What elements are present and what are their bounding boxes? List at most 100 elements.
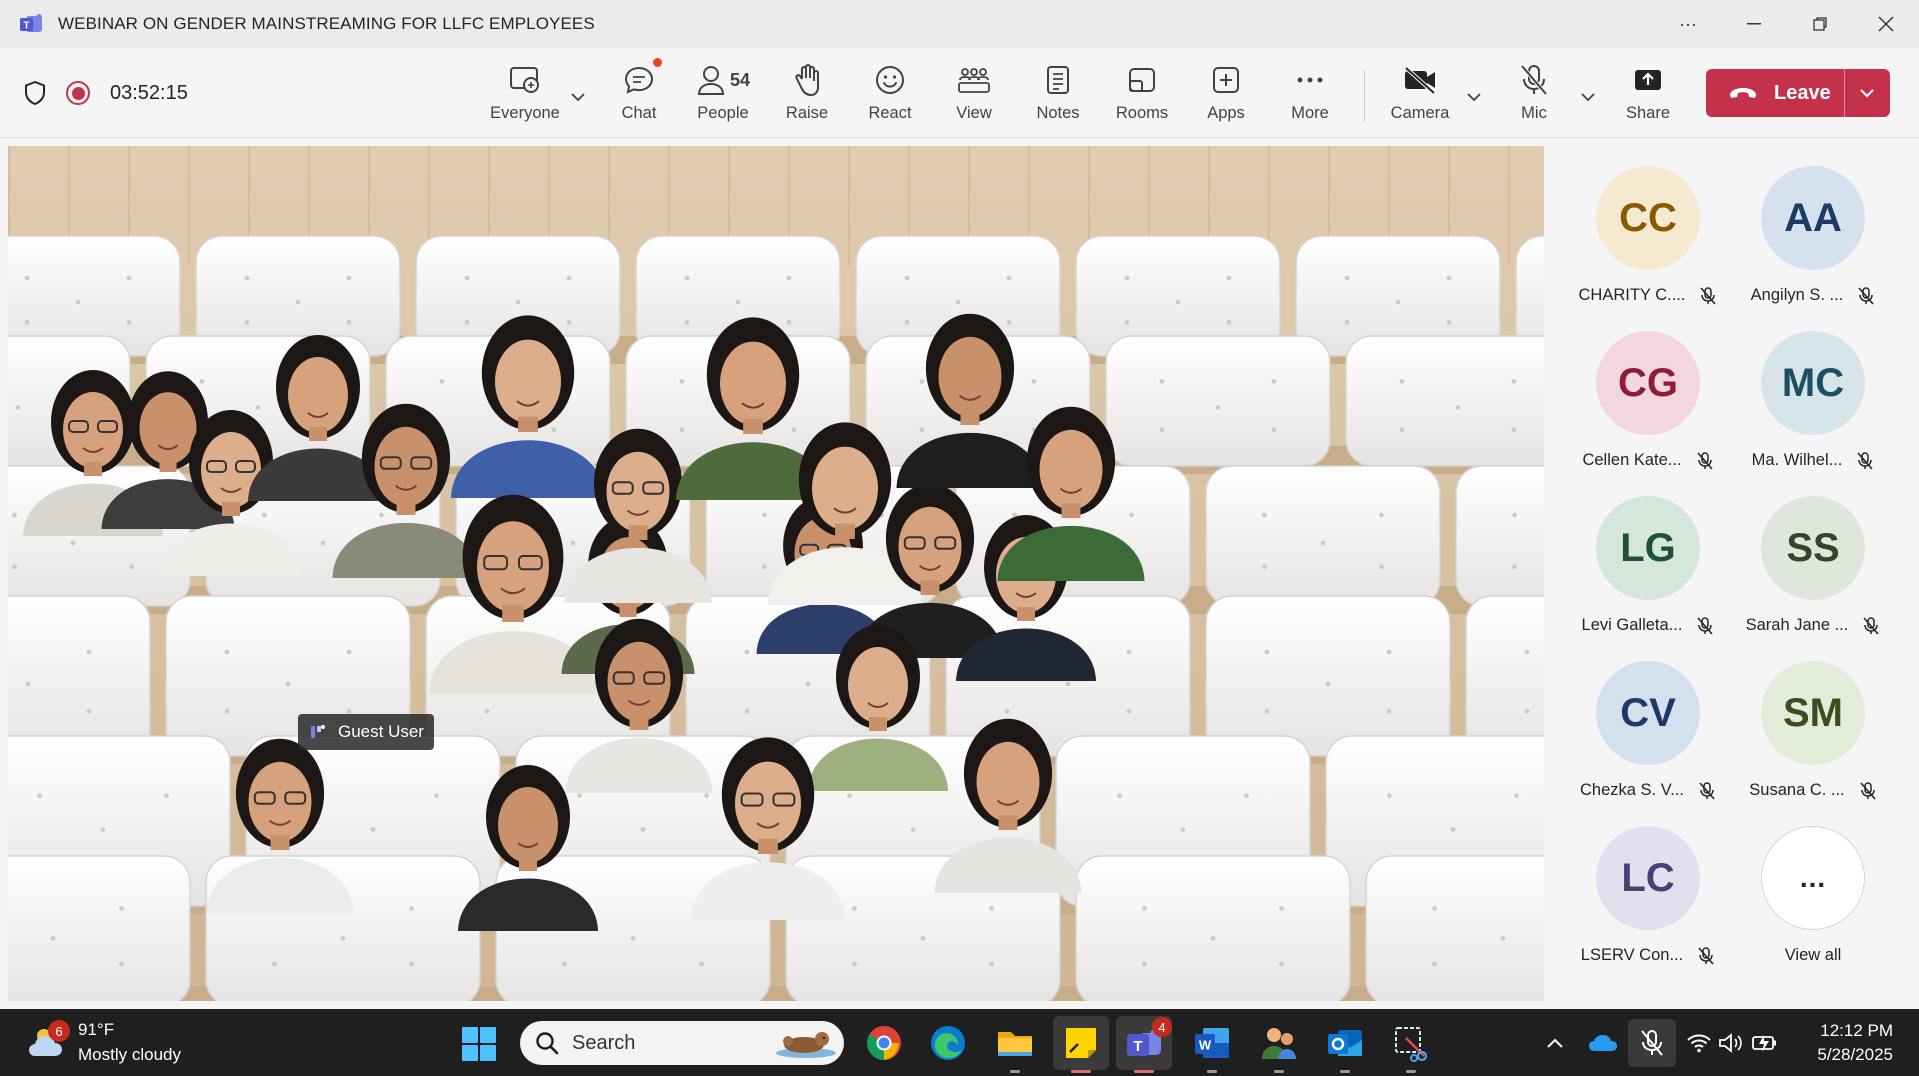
mic-button[interactable]: Mic	[1492, 62, 1576, 128]
mic-options-chevron-icon[interactable]	[1577, 86, 1599, 108]
view-all-button[interactable]: ... View all	[1733, 826, 1893, 986]
avatar: SM	[1761, 661, 1865, 765]
chrome-icon[interactable]	[864, 1023, 904, 1063]
mic-muted-icon	[1862, 616, 1880, 635]
more-button[interactable]: More	[1268, 62, 1352, 128]
avatar: CC	[1596, 166, 1700, 270]
leave-button[interactable]: Leave	[1706, 69, 1890, 117]
system-clock[interactable]: 12:12 PM 5/28/2025	[1817, 1019, 1893, 1067]
avatar: SS	[1761, 496, 1865, 600]
weather-condition: Mostly cloudy	[78, 1045, 181, 1064]
gallery-view-icon	[957, 62, 991, 98]
title-bar: T WEBINAR ON GENDER MAINSTREAMING FOR LL…	[0, 0, 1919, 48]
avatar: CV	[1596, 661, 1700, 765]
auditorium-seat	[1365, 855, 1544, 1001]
snipping-tool-icon[interactable]	[1391, 1023, 1431, 1063]
participant-panel: CC CHARITY C.... AA Angilyn S. ... CG Cellen …	[1548, 146, 1919, 1001]
teams-logo-icon: T	[18, 13, 44, 35]
mic-muted-icon	[1859, 781, 1877, 800]
chat-button[interactable]: Chat	[597, 58, 681, 128]
auditorium-seat	[1465, 595, 1544, 757]
volume-muted-icon[interactable]	[1716, 1009, 1746, 1076]
svg-text:W: W	[1199, 1038, 1212, 1053]
chevron-up-icon[interactable]	[1540, 1009, 1570, 1076]
wifi-icon[interactable]	[1684, 1009, 1714, 1076]
react-button[interactable]: React	[848, 62, 932, 128]
temperature: 91°F	[78, 1020, 115, 1039]
more-horizontal-icon	[1295, 62, 1325, 98]
guest-user-name: Guest User	[338, 722, 424, 741]
avatar: LG	[1596, 496, 1700, 600]
mic-muted-icon	[1699, 286, 1717, 305]
onedrive-icon[interactable]	[1585, 1009, 1621, 1076]
teams-taskbar-icon[interactable]: T 4	[1124, 1017, 1172, 1063]
participant-tile[interactable]: LG Levi Galleta...	[1568, 496, 1728, 656]
file-explorer-icon[interactable]	[995, 1023, 1035, 1063]
recording-icon	[66, 81, 90, 105]
close-button[interactable]	[1853, 0, 1919, 48]
camera-off-icon	[1402, 62, 1438, 98]
auditorium-scene	[8, 146, 1544, 1001]
participant-name: CHARITY C....	[1578, 286, 1686, 304]
share-button[interactable]: Share	[1606, 62, 1690, 128]
people-app-icon[interactable]	[1259, 1023, 1299, 1063]
participant-tile[interactable]: CV Chezka S. V...	[1568, 661, 1728, 821]
minimize-button[interactable]	[1721, 0, 1787, 48]
chevron-down-icon[interactable]	[567, 86, 589, 108]
participant-tile[interactable]: CG Cellen Kate...	[1568, 331, 1728, 491]
camera-options-chevron-icon[interactable]	[1463, 86, 1485, 108]
notes-button[interactable]: Notes	[1016, 62, 1100, 128]
phone-hangup-icon	[1728, 86, 1760, 100]
participant-name: Levi Galleta...	[1581, 616, 1683, 634]
tray-mic-muted-icon[interactable]	[1628, 1019, 1676, 1067]
participant-tile[interactable]: SM Susana C. ...	[1733, 661, 1893, 821]
raise-hand-button[interactable]: Raise	[765, 62, 849, 128]
together-mode-video-stage[interactable]: Guest User	[8, 146, 1544, 1001]
apps-button[interactable]: Apps	[1184, 62, 1268, 128]
svg-text:T: T	[1133, 1038, 1142, 1055]
auditorium-seat	[8, 595, 151, 757]
weather-widget[interactable]: 6 91°F Mostly cloudy	[26, 1017, 181, 1067]
participant-tile[interactable]: SS Sarah Jane ...	[1733, 496, 1893, 656]
outlook-icon[interactable]	[1325, 1023, 1365, 1063]
breakout-rooms-icon	[1126, 62, 1158, 98]
participant-tile[interactable]: LC LSERV Con...	[1568, 826, 1728, 986]
shield-icon[interactable]	[22, 80, 48, 106]
avatar: CG	[1596, 331, 1700, 435]
clock-date: 5/28/2025	[1817, 1045, 1893, 1064]
windows-taskbar: 6 91°F Mostly cloudy Search T 4 W 12:12 …	[0, 1009, 1919, 1076]
participant-name: Sarah Jane ...	[1745, 616, 1849, 634]
edge-icon[interactable]	[928, 1023, 968, 1063]
mic-muted-icon	[1698, 781, 1716, 800]
mic-off-icon	[1518, 62, 1550, 98]
more-options-icon[interactable]: ···	[1655, 0, 1721, 48]
taskbar-search-box[interactable]: Search	[520, 1021, 844, 1065]
battery-charging-icon[interactable]	[1749, 1009, 1781, 1076]
participant-tile[interactable]: AA Angilyn S. ...	[1733, 166, 1893, 326]
participant-name: Ma. Wilhel...	[1751, 451, 1843, 469]
everyone-button[interactable]: Everyone	[483, 62, 567, 128]
search-placeholder: Search	[572, 1031, 636, 1054]
people-button[interactable]: 54 People	[681, 62, 765, 128]
participant-tile[interactable]: CC CHARITY C....	[1568, 166, 1728, 326]
auditorium-seat	[8, 855, 191, 1001]
camera-button[interactable]: Camera	[1378, 62, 1462, 128]
raise-hand-icon	[792, 62, 822, 98]
clock-time: 12:12 PM	[1820, 1021, 1893, 1040]
participant-tile[interactable]: MC Ma. Wilhel...	[1733, 331, 1893, 491]
auditorium-seat	[1205, 465, 1441, 607]
rooms-button[interactable]: Rooms	[1100, 62, 1184, 128]
view-button[interactable]: View	[932, 62, 1016, 128]
people-icon: 54	[696, 62, 750, 98]
windows-start-icon[interactable]	[461, 1026, 497, 1062]
word-icon[interactable]: W	[1192, 1023, 1232, 1063]
view-all-label: View all	[1784, 946, 1842, 964]
share-screen-icon	[1632, 62, 1664, 98]
auditorium-seat	[1075, 855, 1351, 1001]
sticky-notes-icon[interactable]	[1061, 1023, 1101, 1063]
guest-user-label: Guest User	[298, 714, 434, 750]
leave-options-chevron-icon[interactable]	[1844, 69, 1890, 117]
restore-button[interactable]	[1787, 0, 1853, 48]
screen-share-view-icon	[508, 62, 542, 98]
auditorium-seat	[1205, 595, 1451, 757]
